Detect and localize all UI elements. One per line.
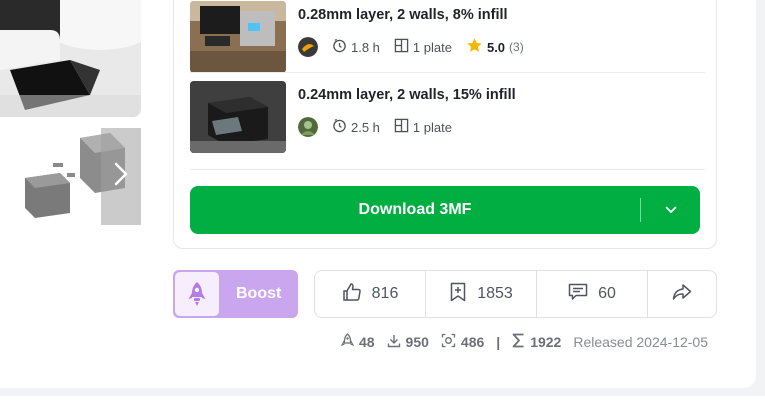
rating-value: 5.0 <box>486 39 506 55</box>
comment-icon <box>568 283 598 306</box>
action-bar: 816 1853 60 <box>314 270 717 318</box>
avatar[interactable] <box>298 117 318 137</box>
divider <box>190 169 705 170</box>
print-time: 2.5 h <box>332 118 380 136</box>
rocket-icon <box>175 272 219 316</box>
download-options-toggle[interactable] <box>641 186 700 234</box>
page-bottom-strip <box>0 396 765 404</box>
plate-icon <box>394 118 413 136</box>
bookmark-plus-icon <box>449 282 477 307</box>
collect-button[interactable]: 1853 <box>426 271 537 317</box>
plate-count: 1 plate <box>394 118 452 136</box>
share-icon <box>672 283 692 306</box>
rating-count: (3) <box>509 40 524 54</box>
print-stat: 486 <box>441 333 484 351</box>
download-stat: 950 <box>387 334 429 351</box>
plate-icon <box>394 38 413 56</box>
avatar[interactable] <box>298 37 318 57</box>
main-model-photo[interactable] <box>0 0 141 117</box>
gallery-thumbnail[interactable] <box>15 128 141 225</box>
gallery-next-button[interactable] <box>101 128 141 225</box>
comment-count: 60 <box>598 285 616 302</box>
print-profiles-panel: 0.28mm layer, 2 walls, 8% infill 1.8 h 1… <box>173 0 717 249</box>
download-3mf-button[interactable]: Download 3MF <box>190 186 700 234</box>
release-date: Released 2024-12-05 <box>573 334 708 350</box>
profile-meta: 2.5 h 1 plate <box>298 117 466 137</box>
model-stats: 48 950 486 | 1922 Released 2024-12-05 <box>329 333 708 351</box>
clock-icon <box>332 118 351 136</box>
print-time: 1.8 h <box>332 38 380 56</box>
chevron-right-icon <box>114 162 128 191</box>
profile-title[interactable]: 0.28mm layer, 2 walls, 8% infill <box>298 7 508 23</box>
rocket-outline-icon <box>340 333 359 351</box>
share-button[interactable] <box>648 271 716 317</box>
boost-stat: 48 <box>340 333 375 351</box>
page-card: 0.28mm layer, 2 walls, 8% infill 1.8 h 1… <box>0 0 756 388</box>
collection-count: 1853 <box>477 285 513 302</box>
download-label: Download 3MF <box>358 201 472 218</box>
print-profile-item[interactable]: 0.28mm layer, 2 walls, 8% infill 1.8 h 1… <box>190 1 705 73</box>
profile-photo <box>190 81 286 153</box>
plate-count: 1 plate <box>394 38 452 56</box>
profile-meta: 1.8 h 1 plate 5.0 (3) <box>298 37 538 57</box>
clock-icon <box>332 38 351 56</box>
like-button[interactable]: 816 <box>315 271 426 317</box>
print-scan-icon <box>441 333 461 351</box>
print-profile-item[interactable]: 0.24mm layer, 2 walls, 15% infill 2.5 h … <box>190 81 705 153</box>
thumbs-up-icon <box>342 282 372 307</box>
star-icon <box>466 37 487 57</box>
like-count: 816 <box>371 285 399 302</box>
divider <box>190 72 705 73</box>
chevron-down-icon <box>665 201 677 219</box>
comment-button[interactable]: 60 <box>537 271 648 317</box>
profile-title[interactable]: 0.24mm layer, 2 walls, 15% infill <box>298 87 516 103</box>
profile-photo <box>190 1 286 73</box>
sigma-icon <box>512 333 530 351</box>
rating: 5.0 (3) <box>466 37 524 57</box>
download-icon <box>387 334 406 351</box>
boost-label: Boost <box>236 285 282 302</box>
boost-button[interactable]: Boost <box>173 270 298 318</box>
total-stat: 1922 <box>512 333 561 351</box>
stats-separator: | <box>496 334 501 350</box>
